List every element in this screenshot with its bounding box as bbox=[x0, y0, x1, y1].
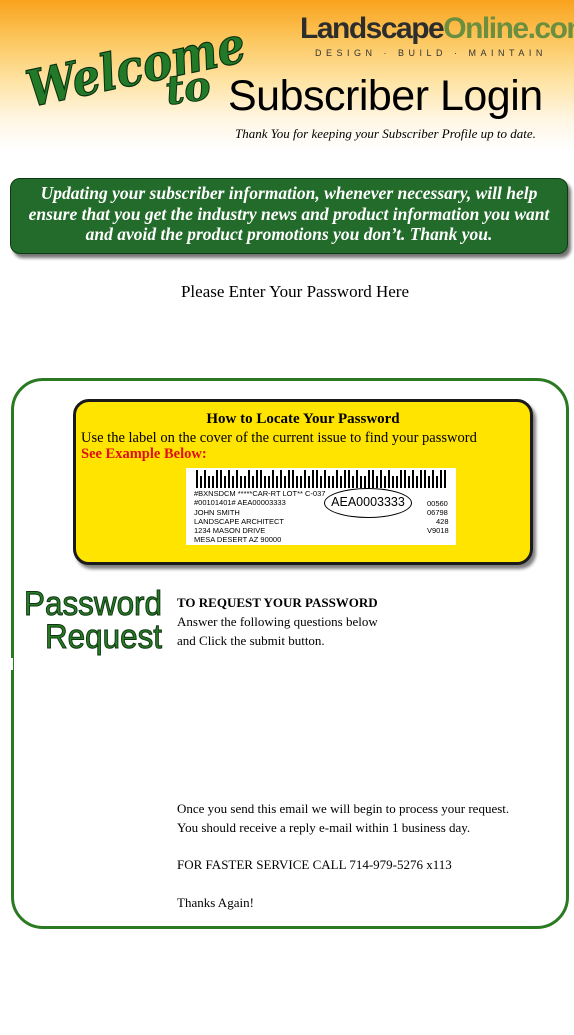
logo-landscape-text: Landscape bbox=[300, 12, 445, 45]
barcode-graphic bbox=[196, 470, 446, 488]
label-line-6: MESA DESERT AZ 90000 bbox=[194, 535, 282, 544]
welcome-to-text: to bbox=[162, 62, 213, 115]
locate-instruction: Use the label on the cover of the curren… bbox=[81, 430, 477, 446]
request-instruction-1: Answer the following questions below bbox=[177, 614, 378, 629]
phone-service-line: FOR FASTER SERVICE CALL 714-979-5276 x11… bbox=[177, 857, 452, 872]
password-prompt: Please Enter Your Password Here bbox=[180, 282, 410, 301]
label-line-3: JOHN SMITH bbox=[194, 508, 240, 517]
label-right-1: 00560 bbox=[427, 499, 448, 508]
label-line-2: #00101401# AEA00003333 bbox=[194, 498, 286, 507]
banner-text: Updating your subscriber information, wh… bbox=[28, 183, 550, 244]
label-right-4: V9018 bbox=[427, 526, 449, 535]
label-right-3: 428 bbox=[436, 517, 449, 526]
info-banner: Updating your subscriber information, wh… bbox=[10, 178, 568, 254]
locate-title: How to Locate Your Password bbox=[206, 411, 400, 427]
example-label: See Example Below: bbox=[81, 446, 207, 462]
password-request-line2: Request bbox=[45, 618, 163, 656]
page-title: Subscriber Login bbox=[228, 72, 543, 120]
panel-notch-left bbox=[10, 658, 13, 670]
logo-online-text: Online.com bbox=[443, 12, 574, 45]
logo-tagline: DESIGN · BUILD · MAINTAIN bbox=[315, 48, 547, 58]
thanks-again: Thanks Again! bbox=[177, 895, 254, 910]
thanks-note: Thank You for keeping your Subscriber Pr… bbox=[235, 126, 536, 141]
header: Welcome to LandscapeOnline.com DESIGN · … bbox=[0, 0, 574, 150]
process-line-1: Once you send this email we will begin t… bbox=[177, 801, 510, 816]
locate-password-box: How to Locate Your Password Use the labe… bbox=[73, 399, 533, 565]
welcome-graphic: Welcome to bbox=[20, 14, 251, 118]
mailing-label-example: #BXNSDCM *****CAR-RT LOT** C-037 #001014… bbox=[186, 468, 456, 545]
password-highlight-oval: AEA0003333 bbox=[324, 488, 412, 518]
landscape-online-logo[interactable]: LandscapeOnline.com DESIGN · BUILD · MAI… bbox=[300, 12, 574, 62]
welcome-text: Welcome bbox=[21, 15, 250, 118]
panel-notch-right bbox=[563, 658, 566, 670]
label-line-1: #BXNSDCM *****CAR-RT LOT** C-037 bbox=[194, 489, 326, 498]
process-line-2: You should receive a reply e-mail within… bbox=[177, 820, 471, 835]
request-subheading: TO REQUEST YOUR PASSWORD bbox=[177, 595, 378, 610]
label-line-5: 1234 MASON DRIVE bbox=[194, 526, 266, 535]
label-line-4: LANDSCAPE ARCHITECT bbox=[194, 517, 285, 526]
password-request-heading: Password Request bbox=[24, 585, 164, 657]
password-example: AEA0003333 bbox=[331, 495, 405, 509]
request-instruction-2: and Click the submit button. bbox=[177, 633, 325, 648]
label-right-2: 06798 bbox=[427, 508, 448, 517]
